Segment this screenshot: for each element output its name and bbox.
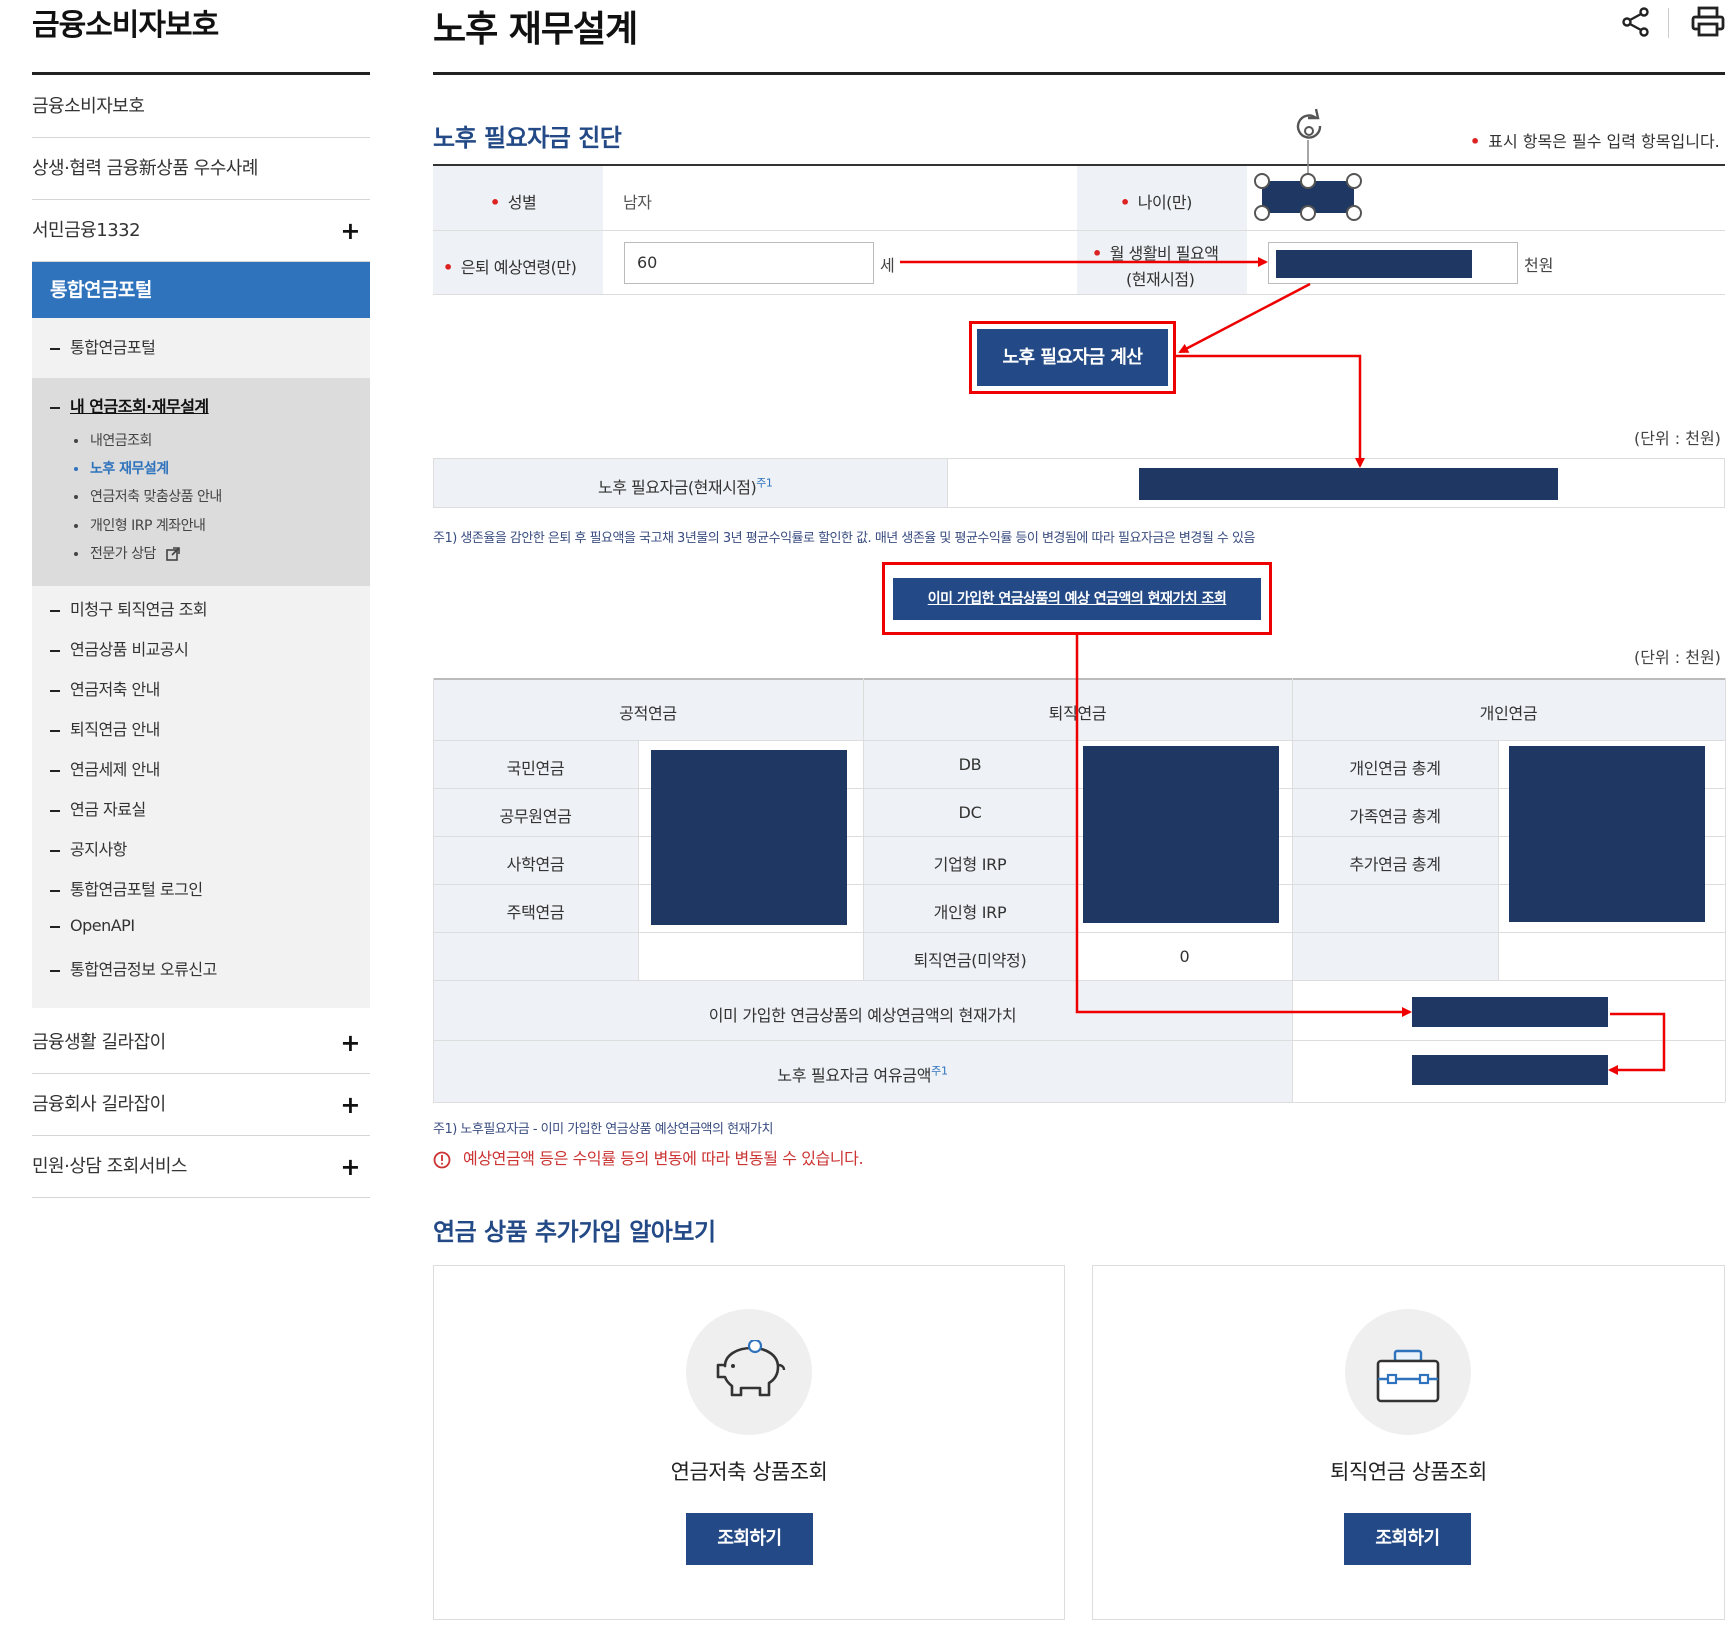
annotation-arrow [1075,635,1412,1017]
annotation-arrow [1178,282,1311,354]
annotation-arrow [1608,1012,1666,1075]
selection-handles [1254,173,1362,221]
rotate-handle-icon [1296,108,1322,139]
annotation-arrow [1176,354,1365,468]
annotation-overlay [900,108,1666,1075]
